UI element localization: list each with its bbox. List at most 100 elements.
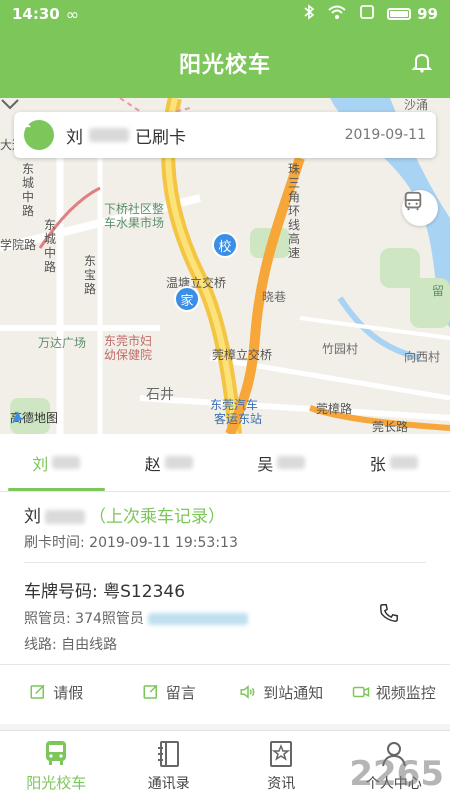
battery-icon	[387, 8, 412, 20]
map-label: 东城中路	[22, 162, 35, 218]
map-label: 莞樟路	[316, 402, 353, 416]
screen-icon	[359, 4, 375, 24]
student-tabs: 刘 赵 吴 张	[0, 434, 450, 492]
chevron-down-icon[interactable]	[0, 98, 20, 110]
battery-indicator: 99	[387, 5, 438, 23]
route-row: 线路: 自由线路	[24, 634, 117, 654]
map-label: 东宝路	[84, 254, 97, 296]
action-label: 请假	[53, 683, 84, 702]
message-edit-icon	[143, 684, 158, 699]
name-redaction	[164, 456, 193, 469]
news-icon	[270, 740, 293, 767]
bell-icon	[14, 114, 54, 150]
map-label: 留	[432, 284, 445, 298]
speaker-icon	[240, 685, 255, 699]
app-header: 14:30 ∞ 99 阳光校车	[0, 0, 450, 98]
map-label: 竹园村	[322, 342, 359, 356]
bus-icon	[404, 191, 422, 211]
notification-date: 2019-09-11	[344, 127, 426, 143]
ride-record-link[interactable]: （上次乘车记录）	[89, 507, 225, 527]
plate-value: 粤S12346	[103, 582, 186, 602]
map-label: 东莞市妇	[104, 334, 153, 348]
tab-label: 赵	[144, 454, 161, 474]
video-icon	[352, 686, 369, 698]
bottom-nav: 阳光校车 通讯录 资讯 个人中心 2265	[0, 730, 450, 800]
infinity-icon: ∞	[65, 4, 80, 24]
route-label: 线路:	[24, 637, 57, 653]
swipe-notification[interactable]: 刘 已刷卡 2019-09-11	[14, 112, 436, 158]
arrival-notice-button[interactable]: 到站通知	[225, 672, 338, 712]
tab-student-1[interactable]: 刘	[0, 434, 113, 491]
map-label: 东城中路	[44, 218, 57, 274]
notification-name: 刘	[66, 127, 83, 148]
guard-row: 照管员: 374照管员	[24, 608, 248, 628]
map-label: 温塘立交桥	[166, 276, 227, 290]
edit-icon	[30, 684, 45, 699]
map-label: 下桥社区整	[104, 202, 165, 216]
tab-student-3[interactable]: 吴	[225, 434, 338, 491]
navigation-arrow-icon	[12, 411, 24, 423]
message-button[interactable]: 留言	[113, 672, 226, 712]
name-redaction	[45, 510, 85, 524]
map-label: 车水果市场	[104, 216, 165, 230]
bus-icon	[46, 741, 67, 765]
map-attribution: 高德地图	[10, 409, 58, 426]
map-label: 万达广场	[38, 336, 87, 350]
map-label: 石井	[146, 387, 174, 403]
map-label: 珠三角环线高速	[288, 162, 301, 260]
phone-icon[interactable]	[378, 602, 400, 624]
map-label: 学院路	[0, 238, 37, 252]
map-label: 莞樟立交桥	[212, 348, 273, 362]
action-label: 视频监控	[375, 683, 436, 702]
tab-student-2[interactable]: 赵	[113, 434, 226, 491]
rider-line: 刘 （上次乘车记录）	[24, 502, 225, 527]
tab-label: 吴	[257, 454, 274, 474]
bus-locate-button[interactable]	[402, 190, 438, 226]
video-monitor-button[interactable]: 视频监控	[338, 672, 450, 712]
nav-label: 阳光校车	[26, 774, 87, 792]
divider	[24, 562, 426, 563]
map-view[interactable]: 东城中路 学院路 东城中路 东宝路 万达广场 下桥社区整 车水果市场 温塘立交桥…	[0, 98, 450, 434]
guard-name: 374照管员	[75, 611, 144, 627]
home-pin[interactable]: 家	[174, 286, 200, 312]
swipe-time: 2019-09-11 19:53:13	[89, 535, 238, 551]
phone-redaction	[147, 613, 248, 625]
bluetooth-icon	[303, 4, 315, 24]
name-redaction	[277, 456, 306, 469]
swipe-time-row: 刷卡时间: 2019-09-11 19:53:13	[24, 532, 238, 552]
page-title: 阳光校车	[178, 53, 271, 78]
map-label: 幼保健院	[104, 348, 153, 362]
action-bar: 请假 留言 到站通知 视频监控	[0, 672, 450, 712]
map-label: 莞长路	[372, 420, 409, 434]
nav-contacts[interactable]: 通讯录	[113, 731, 226, 800]
divider	[0, 664, 450, 665]
action-label: 留言	[165, 683, 196, 702]
nav-news[interactable]: 资讯	[225, 731, 338, 800]
wifi-icon	[327, 4, 347, 24]
rider-name: 刘	[24, 507, 41, 527]
bell-icon[interactable]	[410, 50, 434, 74]
map-label: 向西村	[404, 350, 441, 364]
map-label: 东莞汽车	[210, 398, 259, 412]
name-redaction	[389, 456, 418, 469]
ride-info-card: 刘 （上次乘车记录） 刷卡时间: 2019-09-11 19:53:13 车牌号码…	[0, 492, 450, 724]
name-redaction	[52, 456, 81, 469]
route-value: 自由线路	[61, 637, 118, 653]
school-pin[interactable]: 校	[212, 232, 238, 258]
leave-button[interactable]: 请假	[0, 672, 113, 712]
plate-row: 车牌号码: 粤S12346	[24, 577, 185, 602]
notification-status: 已刷卡	[135, 127, 186, 148]
contacts-icon	[157, 740, 179, 767]
status-time: 14:30	[12, 5, 60, 23]
tab-label: 刘	[32, 454, 49, 474]
map-label: 晓巷	[262, 290, 287, 304]
nav-school-bus[interactable]: 阳光校车	[0, 731, 113, 800]
swipe-label: 刷卡时间:	[24, 535, 85, 551]
nav-label: 通讯录	[147, 775, 190, 792]
tab-student-4[interactable]: 张	[338, 434, 450, 491]
name-redaction	[89, 128, 129, 142]
map-label: 客运东站	[214, 412, 263, 426]
status-bar: 14:30 ∞ 99	[0, 0, 450, 28]
title-bar: 阳光校车	[0, 28, 450, 98]
map-label: 沙涌	[404, 98, 429, 112]
